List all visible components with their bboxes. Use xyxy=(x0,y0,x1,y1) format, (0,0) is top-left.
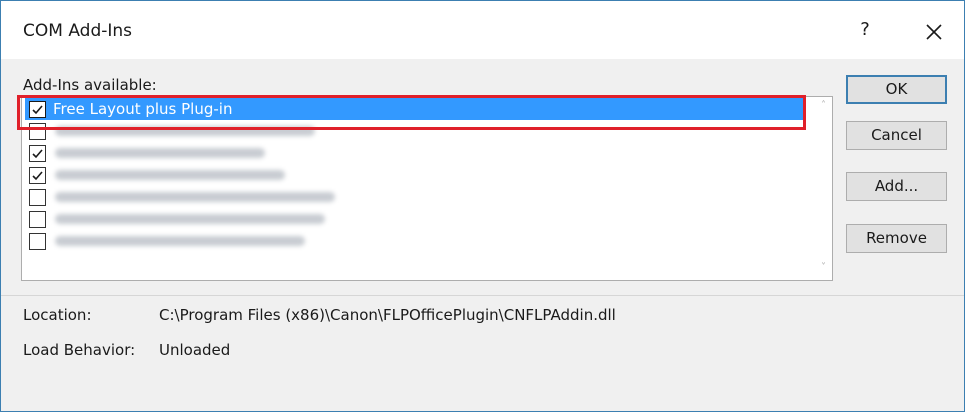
blurred-addin-name xyxy=(55,170,285,180)
addin-list-item[interactable] xyxy=(25,120,805,142)
addin-checkbox[interactable] xyxy=(29,189,46,206)
blurred-addin-name xyxy=(55,192,335,202)
help-button[interactable]: ? xyxy=(853,19,877,45)
blurred-addin-name xyxy=(55,148,265,158)
separator xyxy=(1,295,964,296)
checkmark-icon xyxy=(32,149,43,159)
load-behavior-label: Load Behavior: xyxy=(23,341,136,359)
addin-checkbox[interactable] xyxy=(29,211,46,228)
blurred-addin-name xyxy=(55,214,325,224)
checkmark-icon xyxy=(32,171,43,181)
blurred-addin-name xyxy=(55,126,315,136)
com-addins-dialog: COM Add-Ins ? Add-Ins available: Free La… xyxy=(0,0,965,412)
remove-button[interactable]: Remove xyxy=(846,224,947,253)
addin-checkbox[interactable] xyxy=(29,101,46,118)
addin-list-item[interactable] xyxy=(25,230,805,252)
addin-checkbox[interactable] xyxy=(29,167,46,184)
listbox-scrollbar[interactable]: ˄ ˅ xyxy=(815,98,832,279)
blurred-addin-name xyxy=(55,236,305,246)
ok-button[interactable]: OK xyxy=(846,75,947,104)
addin-list-item[interactable]: Free Layout plus Plug-in xyxy=(25,98,805,120)
close-icon xyxy=(926,24,942,40)
dialog-title: COM Add-Ins xyxy=(23,21,133,41)
addin-list-item[interactable] xyxy=(25,164,805,186)
close-button[interactable] xyxy=(917,15,951,49)
add-button[interactable]: Add... xyxy=(846,172,947,201)
location-value: C:\Program Files (x86)\Canon\FLPOfficePl… xyxy=(159,306,616,324)
cancel-button[interactable]: Cancel xyxy=(846,121,947,150)
addin-checkbox[interactable] xyxy=(29,233,46,250)
scroll-up-icon[interactable]: ˄ xyxy=(817,100,830,113)
addin-checkbox[interactable] xyxy=(29,145,46,162)
addin-name: Free Layout plus Plug-in xyxy=(53,100,233,118)
load-behavior-value: Unloaded xyxy=(159,341,231,359)
location-label: Location: xyxy=(23,306,92,324)
addins-listbox[interactable]: Free Layout plus Plug-in ˄ ˅ xyxy=(21,96,833,281)
addin-checkbox[interactable] xyxy=(29,123,46,140)
addin-list-item[interactable] xyxy=(25,142,805,164)
title-bar: COM Add-Ins ? xyxy=(1,1,964,59)
addin-list-item[interactable] xyxy=(25,208,805,230)
checkmark-icon xyxy=(32,105,43,115)
addins-available-label: Add-Ins available: xyxy=(23,76,157,94)
addin-list-item[interactable] xyxy=(25,186,805,208)
scroll-down-icon[interactable]: ˅ xyxy=(817,262,830,275)
